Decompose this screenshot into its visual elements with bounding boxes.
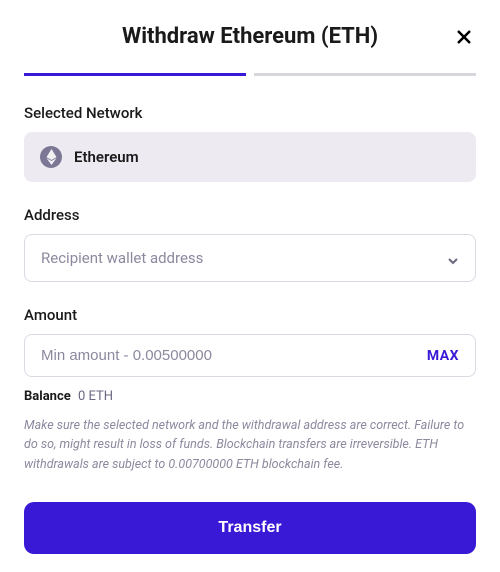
progress-indicator (24, 73, 476, 76)
network-label: Selected Network (24, 104, 476, 122)
max-button[interactable]: MAX (427, 348, 459, 364)
amount-input[interactable] (41, 347, 427, 364)
amount-label: Amount (24, 306, 476, 324)
transfer-button[interactable]: Transfer (24, 502, 476, 554)
progress-step-2 (254, 73, 476, 76)
chevron-down-icon (447, 252, 459, 264)
balance-label: Balance (24, 389, 71, 404)
modal-header: Withdraw Ethereum (ETH) (24, 24, 476, 49)
ethereum-icon (40, 146, 62, 168)
progress-step-1 (24, 73, 246, 76)
address-select[interactable]: Recipient wallet address (24, 234, 476, 282)
modal-title: Withdraw Ethereum (ETH) (122, 24, 378, 49)
close-button[interactable] (452, 25, 476, 49)
amount-field-wrap: MAX (24, 334, 476, 377)
network-name: Ethereum (74, 148, 139, 166)
disclaimer-text: Make sure the selected network and the w… (24, 416, 476, 474)
balance-value: 0 ETH (78, 389, 113, 404)
network-select[interactable]: Ethereum (24, 132, 476, 182)
address-placeholder: Recipient wallet address (41, 249, 203, 267)
close-icon (456, 29, 472, 45)
balance-row: Balance 0 ETH (24, 389, 476, 404)
address-label: Address (24, 206, 476, 224)
